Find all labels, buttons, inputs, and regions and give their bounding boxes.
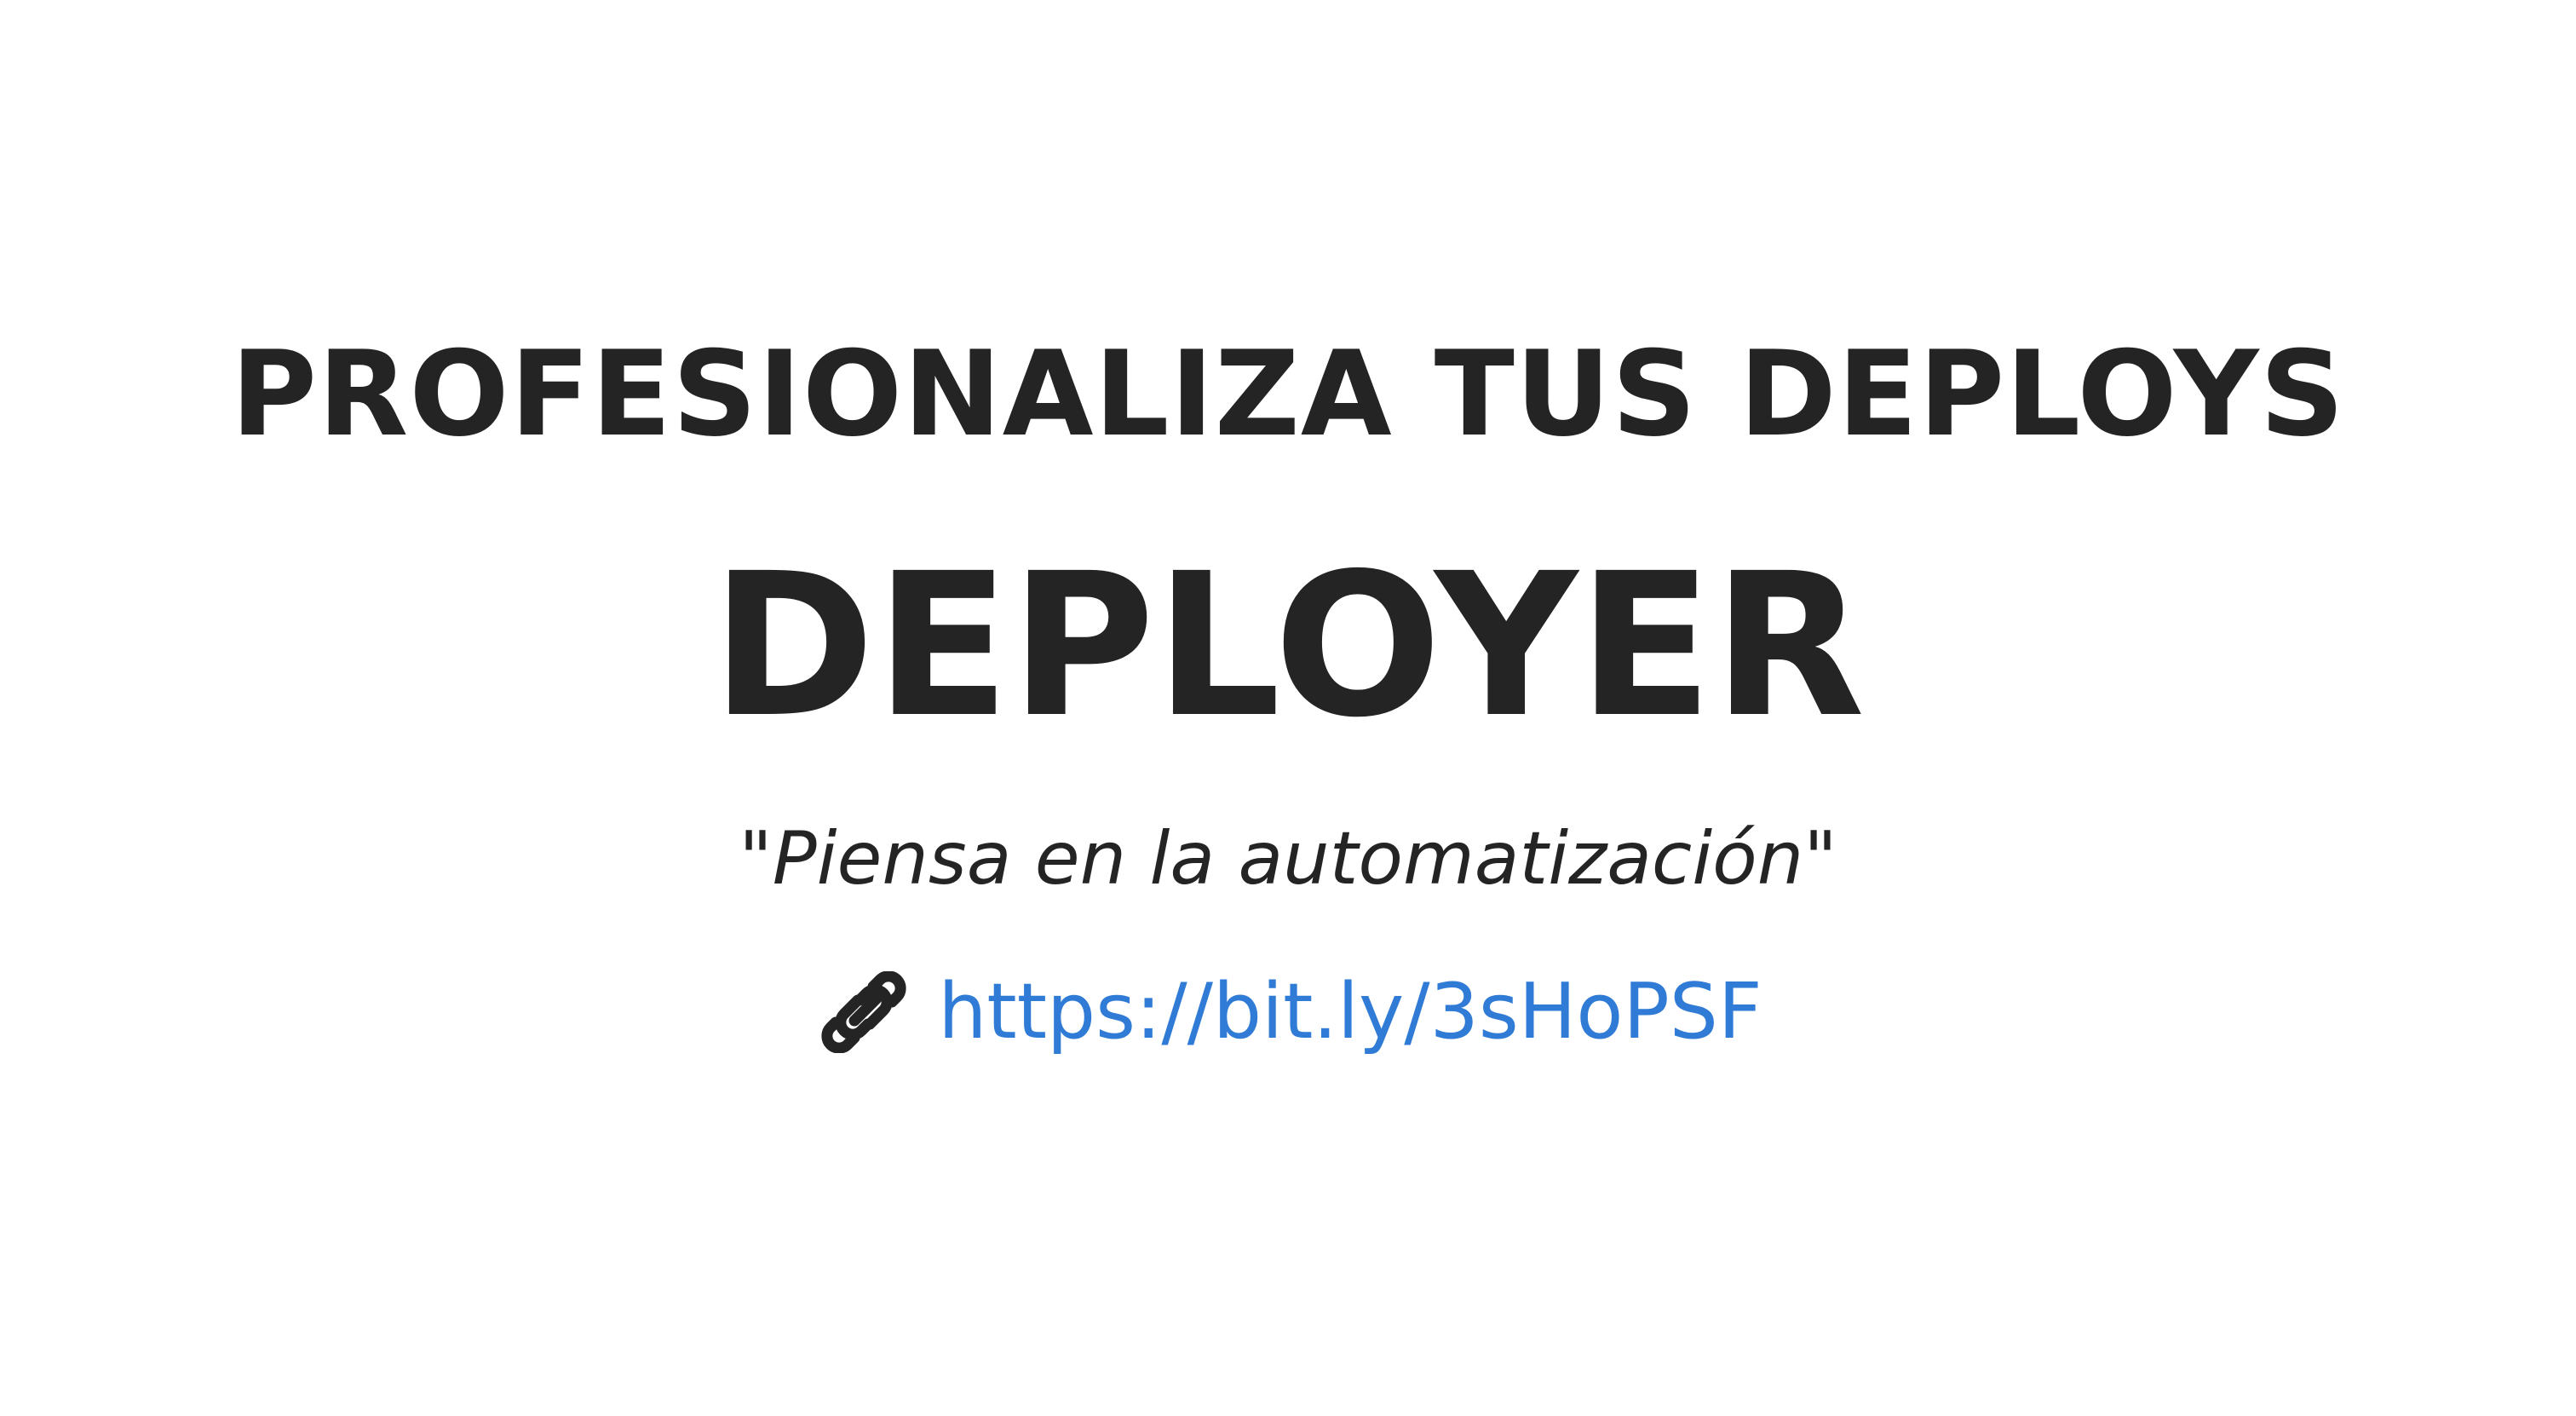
- quote: "Piensa en la automatización": [739, 816, 1837, 901]
- product-name: DEPLOYER: [710, 531, 1866, 761]
- link-row: https://bit.ly/3sHoPSF: [0, 965, 2576, 1059]
- short-url-link[interactable]: https://bit.ly/3sHoPSF: [938, 965, 1762, 1059]
- slide: PROFESIONALIZA TUS DEPLOYS DEPLOYER "Pie…: [0, 0, 2576, 1416]
- tagline: PROFESIONALIZA TUS DEPLOYS: [230, 325, 2346, 463]
- link-icon: [814, 971, 914, 1053]
